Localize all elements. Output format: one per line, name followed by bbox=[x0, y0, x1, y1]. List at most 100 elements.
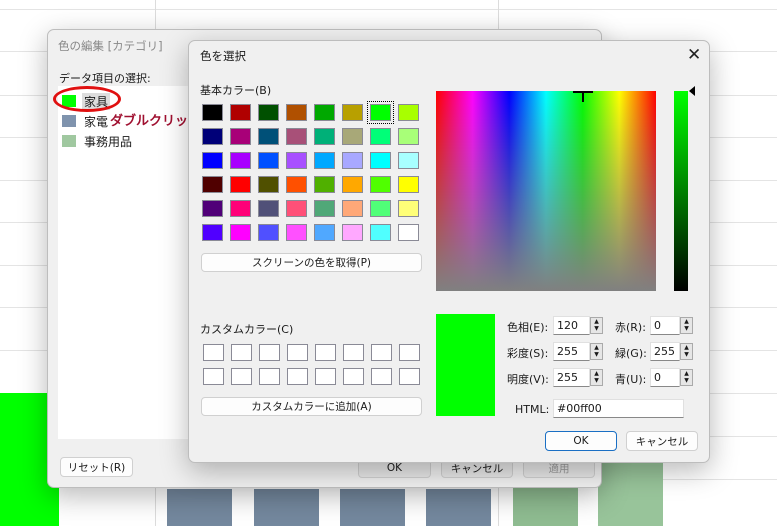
basic-color-swatch[interactable] bbox=[230, 128, 251, 145]
chart-bar bbox=[340, 489, 405, 526]
basic-color-swatch[interactable] bbox=[370, 152, 391, 169]
basic-color-swatch[interactable] bbox=[342, 104, 363, 121]
basic-color-swatch[interactable] bbox=[342, 152, 363, 169]
basic-color-swatch[interactable] bbox=[398, 176, 419, 193]
basic-color-swatch[interactable] bbox=[370, 176, 391, 193]
basic-color-swatch[interactable] bbox=[230, 152, 251, 169]
luminance-slider[interactable] bbox=[674, 91, 688, 291]
hue-saturation-spectrum[interactable] bbox=[436, 91, 656, 291]
custom-color-swatch[interactable] bbox=[371, 344, 392, 361]
custom-color-swatch[interactable] bbox=[287, 344, 308, 361]
pick-screen-color-button[interactable]: スクリーンの色を取得(P) bbox=[201, 253, 422, 272]
add-custom-color-button[interactable]: カスタムカラーに追加(A) bbox=[201, 397, 422, 416]
hue-spinner[interactable]: ▲ ▼ bbox=[590, 317, 603, 334]
custom-color-swatch[interactable] bbox=[315, 368, 336, 385]
basic-colors-label: 基本カラー(B) bbox=[200, 84, 272, 97]
chart-bar bbox=[167, 489, 232, 526]
basic-color-swatch[interactable] bbox=[258, 200, 279, 217]
custom-color-swatch[interactable] bbox=[315, 344, 336, 361]
html-color-input[interactable]: #00ff00 bbox=[553, 399, 684, 418]
basic-color-swatch[interactable] bbox=[230, 104, 251, 121]
color-preview bbox=[436, 314, 495, 416]
basic-color-swatch[interactable] bbox=[202, 128, 223, 145]
basic-color-swatch[interactable] bbox=[342, 176, 363, 193]
basic-color-swatch[interactable] bbox=[367, 101, 394, 124]
basic-color-swatch[interactable] bbox=[286, 128, 307, 145]
custom-color-swatch[interactable] bbox=[231, 368, 252, 385]
color-swatch bbox=[62, 115, 76, 127]
value-label: 明度(V): bbox=[507, 373, 549, 386]
basic-color-swatch[interactable] bbox=[202, 224, 223, 241]
custom-color-swatch[interactable] bbox=[231, 344, 252, 361]
luminance-arrow-icon[interactable] bbox=[689, 86, 695, 96]
basic-color-swatch[interactable] bbox=[230, 200, 251, 217]
basic-color-swatch[interactable] bbox=[398, 128, 419, 145]
green-input[interactable]: 255 bbox=[650, 342, 680, 361]
basic-color-swatch[interactable] bbox=[286, 200, 307, 217]
basic-color-swatch[interactable] bbox=[258, 152, 279, 169]
cancel-button[interactable]: キャンセル bbox=[626, 431, 698, 451]
basic-color-swatch[interactable] bbox=[398, 104, 419, 121]
basic-color-swatch[interactable] bbox=[342, 128, 363, 145]
basic-color-swatch[interactable] bbox=[286, 224, 307, 241]
blue-label: 青(U): bbox=[615, 373, 647, 386]
custom-color-swatch[interactable] bbox=[399, 344, 420, 361]
basic-color-swatch[interactable] bbox=[258, 224, 279, 241]
list-item-office[interactable]: 事務用品 bbox=[62, 132, 134, 150]
basic-color-swatch[interactable] bbox=[314, 128, 335, 145]
basic-color-swatch[interactable] bbox=[342, 200, 363, 217]
basic-color-swatch[interactable] bbox=[398, 200, 419, 217]
value-spinner[interactable]: ▲ ▼ bbox=[590, 369, 603, 386]
basic-color-swatch[interactable] bbox=[230, 176, 251, 193]
basic-color-swatch[interactable] bbox=[202, 176, 223, 193]
value-input[interactable]: 255 bbox=[553, 368, 590, 387]
custom-color-swatch[interactable] bbox=[259, 344, 280, 361]
basic-color-swatch[interactable] bbox=[230, 224, 251, 241]
basic-color-swatch[interactable] bbox=[258, 104, 279, 121]
ok-button[interactable]: OK bbox=[545, 431, 617, 451]
basic-color-swatch[interactable] bbox=[286, 152, 307, 169]
basic-color-swatch[interactable] bbox=[286, 176, 307, 193]
basic-color-swatch[interactable] bbox=[398, 224, 419, 241]
basic-color-swatch[interactable] bbox=[258, 128, 279, 145]
color-picker-dialog: 色を選択 ✕ 基本カラー(B) スクリーンの色を取得(P) カスタムカラー(C)… bbox=[188, 40, 710, 463]
close-icon[interactable]: ✕ bbox=[687, 45, 701, 65]
basic-color-swatch[interactable] bbox=[370, 224, 391, 241]
saturation-label: 彩度(S): bbox=[507, 347, 549, 360]
green-spinner[interactable]: ▲ ▼ bbox=[680, 343, 693, 360]
item-label: 家電 bbox=[84, 114, 109, 129]
blue-input[interactable]: 0 bbox=[650, 368, 680, 387]
basic-color-swatch[interactable] bbox=[202, 200, 223, 217]
basic-color-swatch[interactable] bbox=[370, 128, 391, 145]
blue-spinner[interactable]: ▲ ▼ bbox=[680, 369, 693, 386]
basic-color-swatch[interactable] bbox=[258, 176, 279, 193]
custom-color-swatch[interactable] bbox=[203, 344, 224, 361]
custom-color-swatch[interactable] bbox=[259, 368, 280, 385]
basic-color-swatch[interactable] bbox=[314, 104, 335, 121]
basic-color-swatch[interactable] bbox=[370, 200, 391, 217]
basic-color-swatch[interactable] bbox=[314, 152, 335, 169]
basic-color-swatch[interactable] bbox=[398, 152, 419, 169]
custom-color-swatch[interactable] bbox=[371, 368, 392, 385]
red-label: 赤(R): bbox=[615, 321, 646, 334]
red-input[interactable]: 0 bbox=[650, 316, 680, 335]
basic-color-swatch[interactable] bbox=[314, 224, 335, 241]
saturation-spinner[interactable]: ▲ ▼ bbox=[590, 343, 603, 360]
custom-color-swatch[interactable] bbox=[343, 368, 364, 385]
basic-color-swatch[interactable] bbox=[286, 104, 307, 121]
basic-color-swatch[interactable] bbox=[342, 224, 363, 241]
basic-color-swatch[interactable] bbox=[202, 104, 223, 121]
custom-color-swatch[interactable] bbox=[399, 368, 420, 385]
custom-color-swatch[interactable] bbox=[343, 344, 364, 361]
custom-color-swatch[interactable] bbox=[203, 368, 224, 385]
reset-button[interactable]: リセット(R) bbox=[60, 457, 133, 477]
red-spinner[interactable]: ▲ ▼ bbox=[680, 317, 693, 334]
basic-color-swatch[interactable] bbox=[314, 176, 335, 193]
list-item-appliance[interactable]: 家電 bbox=[62, 112, 110, 130]
hue-input[interactable]: 120 bbox=[553, 316, 590, 335]
saturation-input[interactable]: 255 bbox=[553, 342, 590, 361]
dialog-title: 色の編集 [カテゴリ] bbox=[58, 39, 163, 53]
custom-color-swatch[interactable] bbox=[287, 368, 308, 385]
basic-color-swatch[interactable] bbox=[202, 152, 223, 169]
basic-color-swatch[interactable] bbox=[314, 200, 335, 217]
